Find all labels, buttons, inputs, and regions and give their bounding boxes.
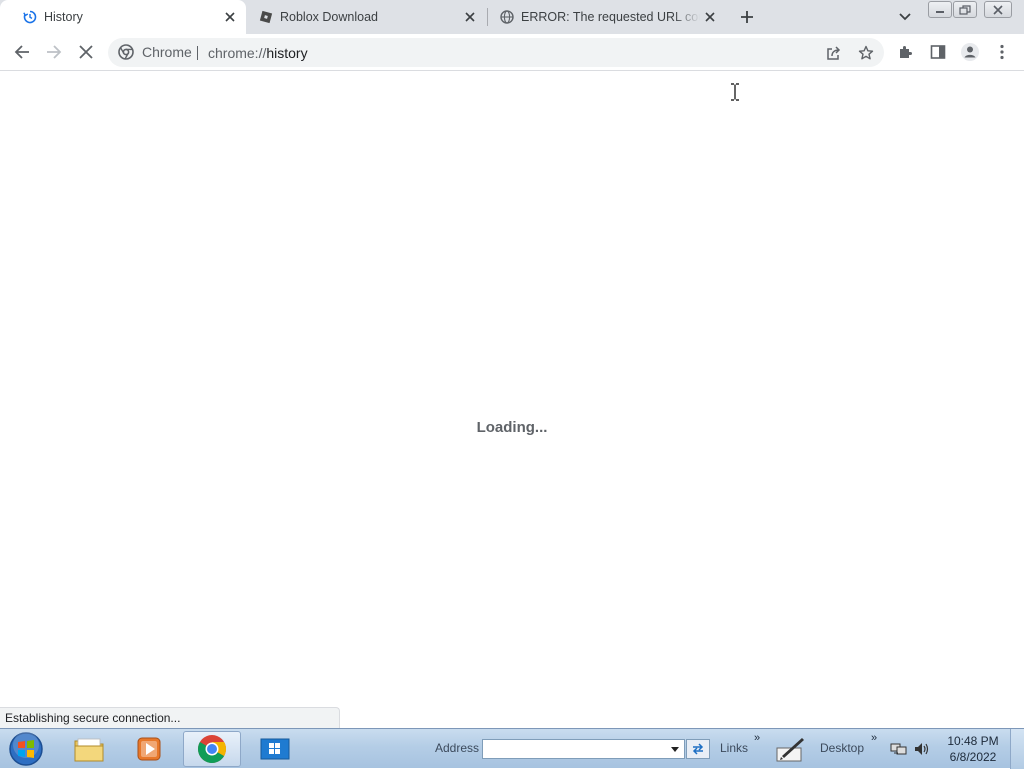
address-dropdown-button[interactable] xyxy=(666,740,684,758)
avatar-icon xyxy=(961,43,979,61)
arrow-left-icon xyxy=(14,45,29,59)
clock-date: 6/8/2022 xyxy=(949,750,997,764)
side-panel-icon xyxy=(930,45,946,59)
start-button[interactable] xyxy=(6,730,46,768)
show-desktop-button[interactable] xyxy=(1010,729,1024,769)
share-button[interactable] xyxy=(820,39,848,67)
more-vertical-icon xyxy=(1000,44,1004,60)
dropdown-arrow-icon xyxy=(671,746,679,752)
tab-error[interactable]: ERROR: The requested URL could not be re… xyxy=(488,0,726,34)
taskbar-media-player[interactable] xyxy=(120,731,178,767)
folder-icon xyxy=(74,738,104,762)
loading-text: Loading... xyxy=(476,419,548,436)
tab-roblox-download[interactable]: Roblox Download xyxy=(246,0,486,34)
restore-icon xyxy=(959,4,971,15)
back-button[interactable] xyxy=(8,38,36,66)
close-tab-icon[interactable] xyxy=(460,7,480,27)
status-bubble: Establishing secure connection... xyxy=(0,707,340,728)
browser-toolbar: Chrome chrome://history xyxy=(0,34,1024,71)
extensions-button[interactable] xyxy=(892,38,920,66)
address-go-button[interactable] xyxy=(686,739,710,759)
chrome-icon xyxy=(118,44,134,60)
site-info-label: Chrome xyxy=(142,44,192,60)
share-icon xyxy=(827,46,841,60)
taskbar-address-input[interactable] xyxy=(483,740,665,758)
history-icon xyxy=(22,9,38,25)
bookmark-button[interactable] xyxy=(852,39,880,67)
plus-icon xyxy=(741,11,753,23)
forward-button[interactable] xyxy=(40,38,68,66)
links-chevron-icon[interactable]: » xyxy=(754,732,760,744)
globe-icon xyxy=(499,9,515,25)
address-toolbar-label: Address xyxy=(435,741,480,755)
menu-button[interactable] xyxy=(988,38,1016,66)
url-scheme: chrome:// xyxy=(208,45,267,61)
minimize-icon xyxy=(936,10,944,13)
new-tab-button[interactable] xyxy=(736,6,758,28)
profile-button[interactable] xyxy=(956,38,984,66)
tab-strip: History Roblox Download ERROR: The reque… xyxy=(0,0,1024,34)
site-info-chip[interactable]: Chrome xyxy=(118,44,192,60)
roblox-icon xyxy=(258,9,274,25)
desktop-toolbar-label[interactable]: Desktop xyxy=(820,741,864,755)
omnibox-separator xyxy=(197,46,198,60)
stop-icon xyxy=(79,45,93,59)
page-content: Loading... xyxy=(0,72,1024,728)
tab-title: Roblox Download xyxy=(280,10,378,24)
tab-search-button[interactable] xyxy=(894,6,916,28)
url-host: history xyxy=(266,45,308,61)
system-clock[interactable]: 10:48 PM 6/8/2022 xyxy=(944,733,1002,765)
desktop-chevron-icon[interactable]: » xyxy=(871,732,877,744)
url-text[interactable]: chrome://history xyxy=(208,45,308,61)
clock-time: 10:48 PM xyxy=(947,734,999,748)
stop-loading-button[interactable] xyxy=(72,38,100,66)
windows-orb-icon xyxy=(9,732,43,766)
media-player-icon xyxy=(137,737,161,761)
close-icon xyxy=(993,4,1003,15)
arrow-right-icon xyxy=(47,45,62,59)
tab-title: History xyxy=(44,10,83,24)
network-tray-icon[interactable] xyxy=(890,741,908,757)
volume-tray-icon[interactable] xyxy=(913,741,931,757)
close-tab-icon[interactable] xyxy=(220,7,240,27)
pen-tablet-icon xyxy=(776,738,804,762)
taskbar: Address Links » Desktop » 10:48 PM 6/8/2… xyxy=(0,728,1024,769)
restore-button[interactable] xyxy=(953,1,977,18)
taskbar-chrome[interactable] xyxy=(183,731,241,767)
minimize-button[interactable] xyxy=(928,1,952,18)
tab-history[interactable]: History xyxy=(0,0,246,34)
close-window-button[interactable] xyxy=(984,1,1012,18)
windows-app-icon xyxy=(260,738,290,760)
chevron-down-icon xyxy=(899,13,911,21)
close-tab-icon[interactable] xyxy=(700,7,720,27)
address-bar[interactable]: Chrome chrome://history xyxy=(108,38,884,67)
chrome-app-icon xyxy=(198,735,226,763)
taskbar-tablet-input[interactable] xyxy=(775,734,807,764)
taskbar-windows-app[interactable] xyxy=(246,731,304,767)
side-panel-button[interactable] xyxy=(924,38,952,66)
puzzle-icon xyxy=(900,46,912,58)
links-toolbar-label[interactable]: Links xyxy=(720,741,748,755)
text-cursor-icon xyxy=(730,83,740,106)
tab-title: ERROR: The requested URL could not be re… xyxy=(521,10,700,24)
go-arrows-icon xyxy=(692,743,704,755)
taskbar-explorer[interactable] xyxy=(60,731,118,767)
taskbar-address-field[interactable] xyxy=(482,739,685,759)
star-icon xyxy=(858,45,874,60)
